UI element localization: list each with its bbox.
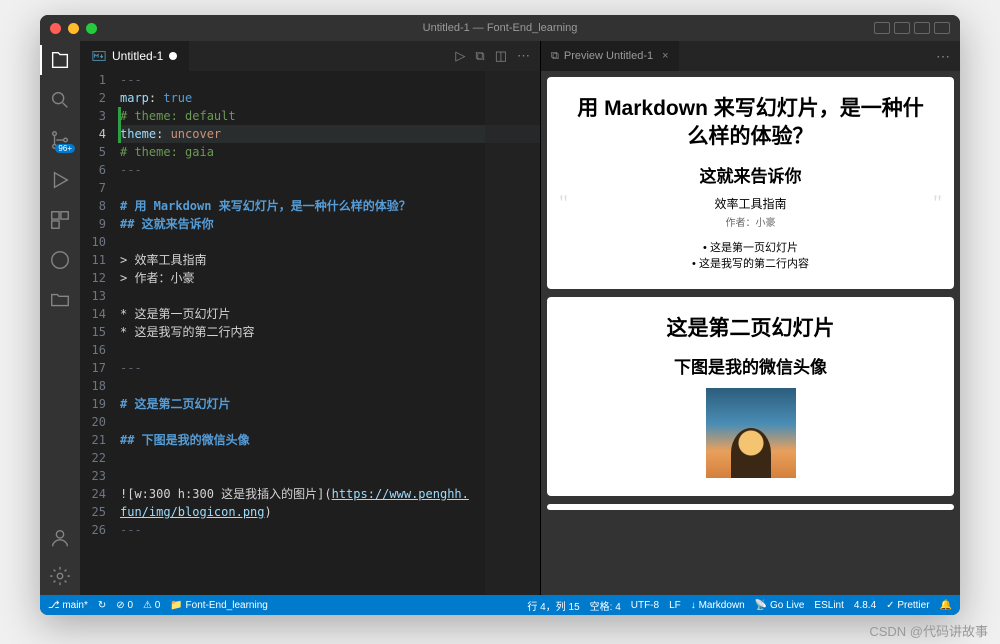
folder-icon[interactable] <box>49 289 71 311</box>
minimap[interactable] <box>485 71 540 595</box>
slide-subtitle: 这就来告诉你 <box>577 162 924 187</box>
list-item: 这是我写的第二行内容 <box>577 255 924 271</box>
settings-icon[interactable] <box>49 565 71 587</box>
window-title: Untitled-1 — Font-End_learning <box>423 22 578 34</box>
run-icon[interactable]: ▷ <box>455 48 465 64</box>
preview-actions[interactable]: ⋯ <box>936 48 960 65</box>
close-window-button[interactable] <box>50 23 61 34</box>
preview-tabs-bar: ⧉ Preview Untitled-1 × ⋯ <box>541 41 960 71</box>
quote-right-icon: " <box>933 190 942 216</box>
blockquote: " 效率工具指南 作者：小豪 " <box>577 195 924 229</box>
tab-label: Untitled-1 <box>112 49 163 63</box>
preview-tab[interactable]: ⧉ Preview Untitled-1 × <box>541 41 679 71</box>
vscode-window: Untitled-1 — Font-End_learning 96+ <box>40 15 960 615</box>
editor-actions: ▷ ⧉ ◫ ⋯ <box>455 48 540 64</box>
status-branch[interactable]: ⎇ main* <box>48 600 88 611</box>
maximize-window-button[interactable] <box>86 23 97 34</box>
slide-title: 用 Markdown 来写幻灯片，是一种什么样的体验？ <box>577 95 924 152</box>
status-sync[interactable]: ↻ <box>98 600 106 611</box>
bullet-list: 这是第一页幻灯片 这是我写的第二行内容 <box>577 239 924 271</box>
preview-tab-label: Preview Untitled-1 <box>564 50 653 62</box>
activity-bar: 96+ <box>40 41 80 595</box>
status-eslint[interactable]: ESLint <box>814 600 843 611</box>
minimize-window-button[interactable] <box>68 23 79 34</box>
split-icon[interactable]: ◫ <box>495 48 507 64</box>
markdown-file-icon <box>92 49 106 63</box>
status-cursor[interactable]: 行 4，列 15 <box>527 598 579 613</box>
preview-content: 用 Markdown 来写幻灯片，是一种什么样的体验？ 这就来告诉你 " 效率工… <box>541 71 960 595</box>
modified-indicator-icon <box>169 52 177 60</box>
close-icon[interactable]: × <box>662 50 668 62</box>
more-icon[interactable]: ⋯ <box>517 48 530 64</box>
slide-title: 这是第二页幻灯片 <box>577 315 924 343</box>
body-area: 96+ Untitled-1 ▷ ⧉ <box>40 41 960 595</box>
extensions-icon[interactable] <box>49 209 71 231</box>
quote-line: 效率工具指南 <box>577 195 924 212</box>
slide-2: 这是第二页幻灯片 下图是我的微信头像 <box>547 297 954 496</box>
status-spaces[interactable]: 空格: 4 <box>590 598 621 613</box>
status-language[interactable]: ↓ Markdown <box>691 600 745 611</box>
status-notifications-icon[interactable]: 🔔 <box>940 600 952 611</box>
preview-tab-icon: ⧉ <box>551 50 559 63</box>
layout-button[interactable] <box>874 22 890 34</box>
layout-button[interactable] <box>934 22 950 34</box>
watermark: CSDN @代码讲故事 <box>869 621 988 640</box>
slide-image <box>706 388 796 478</box>
remote-icon[interactable] <box>49 249 71 271</box>
editor-tab[interactable]: Untitled-1 <box>80 41 189 71</box>
status-bar: ⎇ main* ↻ ⊘ 0 ⚠ 0 📁 Font-End_learning 行 … <box>40 595 960 615</box>
code-editor[interactable]: 1234567891011121314151617181920212223242… <box>80 71 540 595</box>
editor-tabs-bar: Untitled-1 ▷ ⧉ ◫ ⋯ <box>80 41 540 71</box>
search-icon[interactable] <box>49 89 71 111</box>
status-encoding[interactable]: UTF-8 <box>631 600 659 611</box>
slide-3-peek <box>547 504 954 510</box>
status-version[interactable]: 4.8.4 <box>854 600 876 611</box>
status-warnings[interactable]: ⚠ 0 <box>143 600 160 611</box>
status-errors[interactable]: ⊘ 0 <box>116 600 133 611</box>
line-numbers: 1234567891011121314151617181920212223242… <box>80 71 120 595</box>
slide-subtitle: 下图是我的微信头像 <box>577 353 924 378</box>
account-icon[interactable] <box>49 527 71 549</box>
slide-1: 用 Markdown 来写幻灯片，是一种什么样的体验？ 这就来告诉你 " 效率工… <box>547 77 954 289</box>
status-eol[interactable]: LF <box>669 600 681 611</box>
code-content: --- marp: true # theme: default theme: u… <box>120 71 540 595</box>
list-item: 这是第一页幻灯片 <box>577 239 924 255</box>
git-gutter-mark <box>118 107 121 143</box>
explorer-icon[interactable] <box>49 49 71 71</box>
traffic-lights <box>40 23 97 34</box>
main-area: Untitled-1 ▷ ⧉ ◫ ⋯ 123456789101112131415… <box>80 41 960 595</box>
title-bar: Untitled-1 — Font-End_learning <box>40 15 960 41</box>
editor-pane: Untitled-1 ▷ ⧉ ◫ ⋯ 123456789101112131415… <box>80 41 540 595</box>
preview-pane: ⧉ Preview Untitled-1 × ⋯ 用 Markdown 来写幻灯… <box>540 41 960 595</box>
source-control-badge: 96+ <box>55 144 75 153</box>
editor-layout-buttons <box>874 22 960 34</box>
quote-left-icon: " <box>559 190 568 216</box>
status-folder[interactable]: 📁 Font-End_learning <box>170 600 268 611</box>
source-control-icon[interactable]: 96+ <box>49 129 71 151</box>
layout-button[interactable] <box>914 22 930 34</box>
status-golive[interactable]: 📡 Go Live <box>755 600 805 611</box>
status-prettier[interactable]: ✓ Prettier <box>886 600 929 611</box>
preview-icon[interactable]: ⧉ <box>475 48 484 64</box>
layout-button[interactable] <box>894 22 910 34</box>
run-debug-icon[interactable] <box>49 169 71 191</box>
quote-line: 作者：小豪 <box>577 214 924 229</box>
